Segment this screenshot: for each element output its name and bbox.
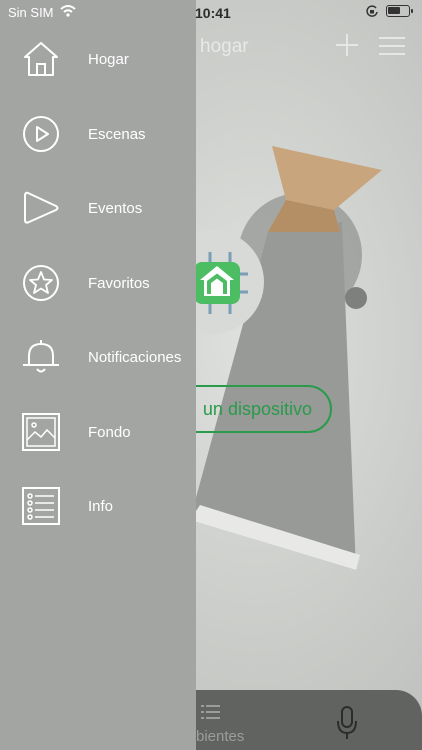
carrier-label: Sin SIM [8, 5, 54, 20]
rooms-tab-label[interactable]: bientes [196, 728, 244, 745]
drawer-item-label: Eventos [88, 200, 143, 217]
status-time: 10:41 [195, 5, 231, 21]
drawer-item-hogar[interactable]: Hogar [0, 29, 196, 89]
drawer-item-info[interactable]: Info [0, 476, 196, 536]
app-screen: hogar un dispositivo bientes Hogar Escen… [0, 0, 422, 750]
add-device-label: un dispositivo [202, 398, 312, 419]
drawer-item-label: Hogar [88, 51, 129, 68]
battery-level [388, 7, 400, 14]
home-icon [24, 42, 58, 76]
drawer-item-eventos[interactable]: Eventos [0, 178, 196, 238]
battery-icon [386, 5, 413, 17]
menu-button[interactable] [379, 37, 405, 55]
bell-icon [23, 340, 59, 373]
drawer-item-label: Escenas [88, 126, 146, 143]
drawer-item-favoritos[interactable]: Favoritos [0, 253, 196, 313]
drawer-item-escenas[interactable]: Escenas [0, 104, 196, 164]
rooms-list-icon[interactable] [201, 704, 221, 720]
play-triangle-icon [24, 191, 59, 224]
add-button[interactable] [334, 32, 360, 58]
microphone-icon[interactable] [336, 706, 358, 740]
drawer-item-label: Notificaciones [88, 349, 182, 366]
rotation-lock-icon [366, 5, 378, 17]
drawer-item-label: Favoritos [88, 275, 150, 292]
status-bar: Sin SIM 10:41 [0, 0, 422, 26]
side-drawer: Hogar Escenas Eventos Favoritos Notifica… [0, 0, 196, 750]
play-circle-icon [23, 116, 59, 152]
drawer-item-notificaciones[interactable]: Notificaciones [0, 327, 196, 387]
list-icon [22, 487, 60, 525]
star-icon [23, 265, 59, 301]
wifi-icon [60, 5, 76, 17]
background-title: hogar [200, 36, 249, 57]
drawer-item-fondo[interactable]: Fondo [0, 402, 196, 462]
picture-icon [22, 413, 60, 451]
drawer-item-label: Info [88, 498, 114, 515]
drawer-item-label: Fondo [88, 424, 131, 441]
